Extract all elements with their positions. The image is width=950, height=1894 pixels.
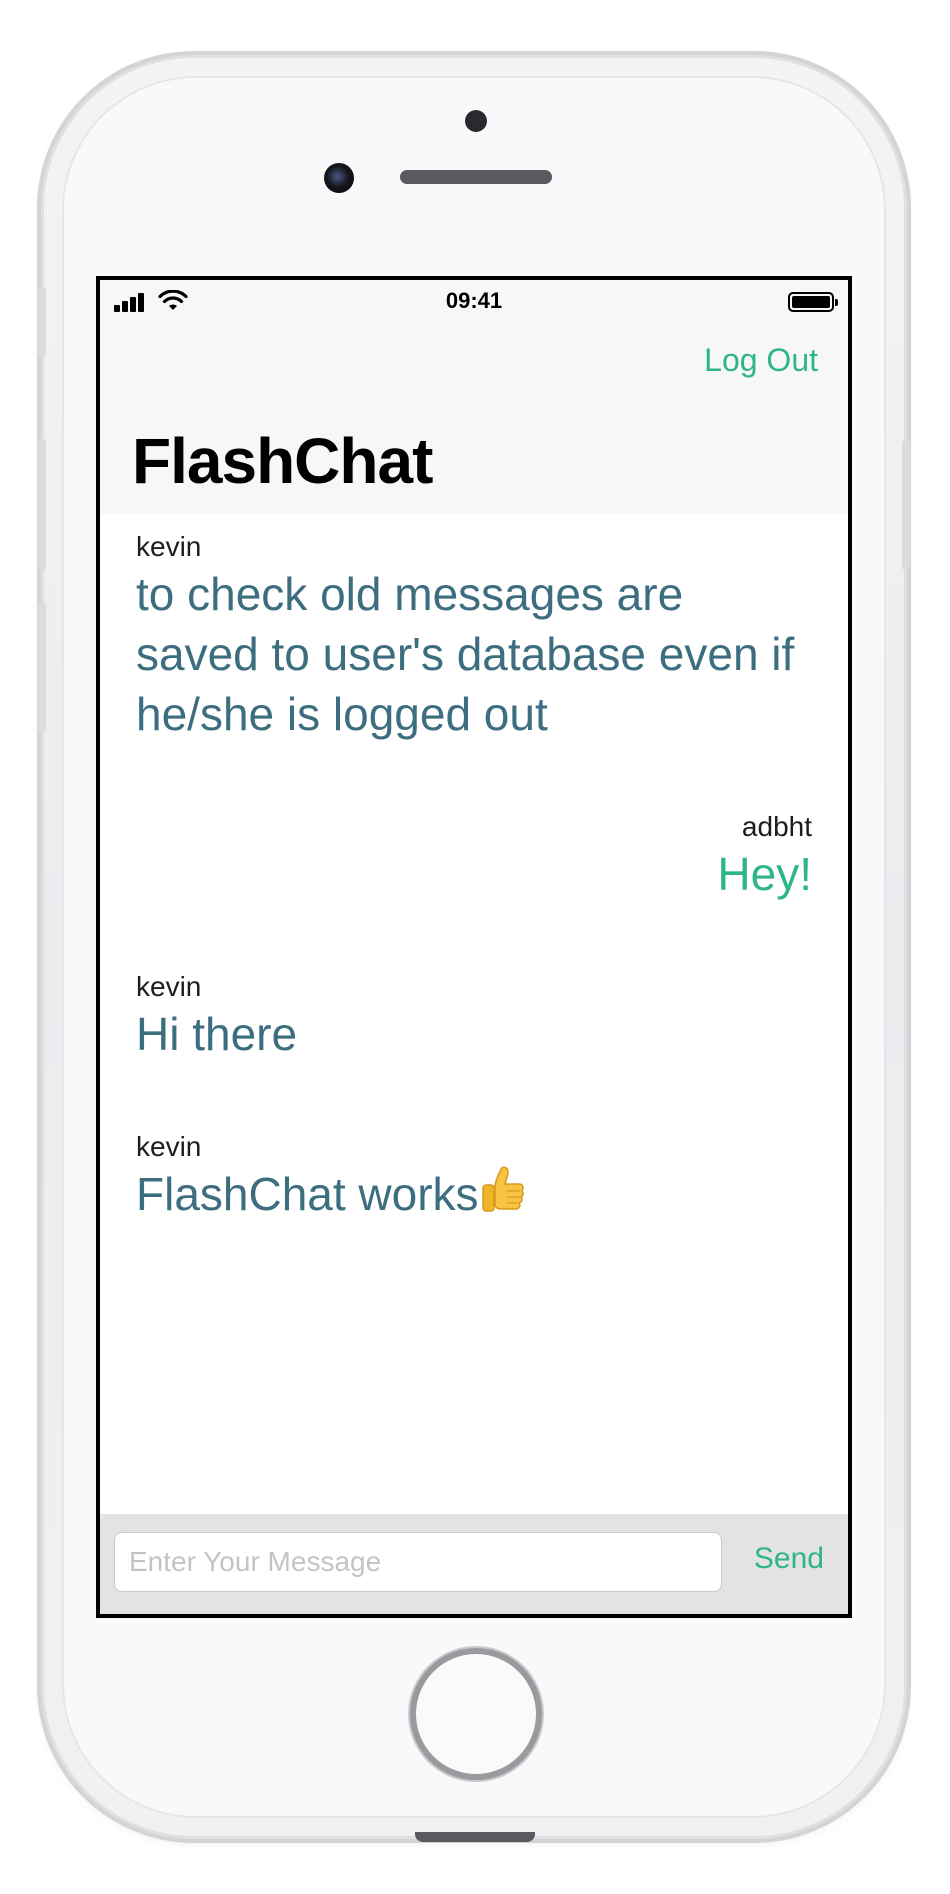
status-bar: 09:41 <box>100 280 848 324</box>
volume-down-button <box>38 602 46 732</box>
bottom-lip <box>415 1832 535 1842</box>
navigation-bar: Log Out FlashChat <box>100 324 848 515</box>
home-button[interactable] <box>416 1654 536 1774</box>
earpiece-speaker <box>400 170 552 184</box>
status-time: 09:41 <box>445 288 503 313</box>
message-body: Hi there <box>136 1008 298 1060</box>
message-cell: kevin to check old messages are saved to… <box>136 530 812 744</box>
thumbs-up-icon <box>481 1166 524 1212</box>
message-composer: Send <box>100 1514 848 1614</box>
mute-switch <box>38 288 46 356</box>
message-body-row: FlashChat works <box>136 1164 812 1224</box>
message-sender: kevin <box>136 1131 202 1162</box>
message-body: FlashChat works <box>136 1168 479 1220</box>
message-cell-own: adbht Hey! <box>136 810 812 904</box>
message-sender: adbht <box>741 811 812 842</box>
page-title: FlashChat <box>132 425 433 497</box>
app-screen: 09:41 Log Out FlashChat kevin to check o… <box>96 276 852 1618</box>
message-input[interactable] <box>114 1532 722 1592</box>
message-body: Hey! <box>717 848 812 900</box>
message-list[interactable]: kevin to check old messages are saved to… <box>100 514 848 1518</box>
battery-icon <box>788 292 838 312</box>
message-body: to check old messages are saved to user'… <box>136 568 795 740</box>
message-cell: kevin Hi there <box>136 970 812 1064</box>
volume-up-button <box>38 440 46 570</box>
proximity-sensor <box>465 110 487 132</box>
message-cell: kevin FlashChat works <box>136 1130 812 1224</box>
message-sender: kevin <box>136 971 202 1002</box>
power-button <box>902 440 910 570</box>
front-camera <box>324 163 354 193</box>
message-sender: kevin <box>136 531 202 562</box>
send-button[interactable]: Send <box>754 1542 824 1576</box>
log-out-button[interactable]: Log Out <box>704 342 818 379</box>
